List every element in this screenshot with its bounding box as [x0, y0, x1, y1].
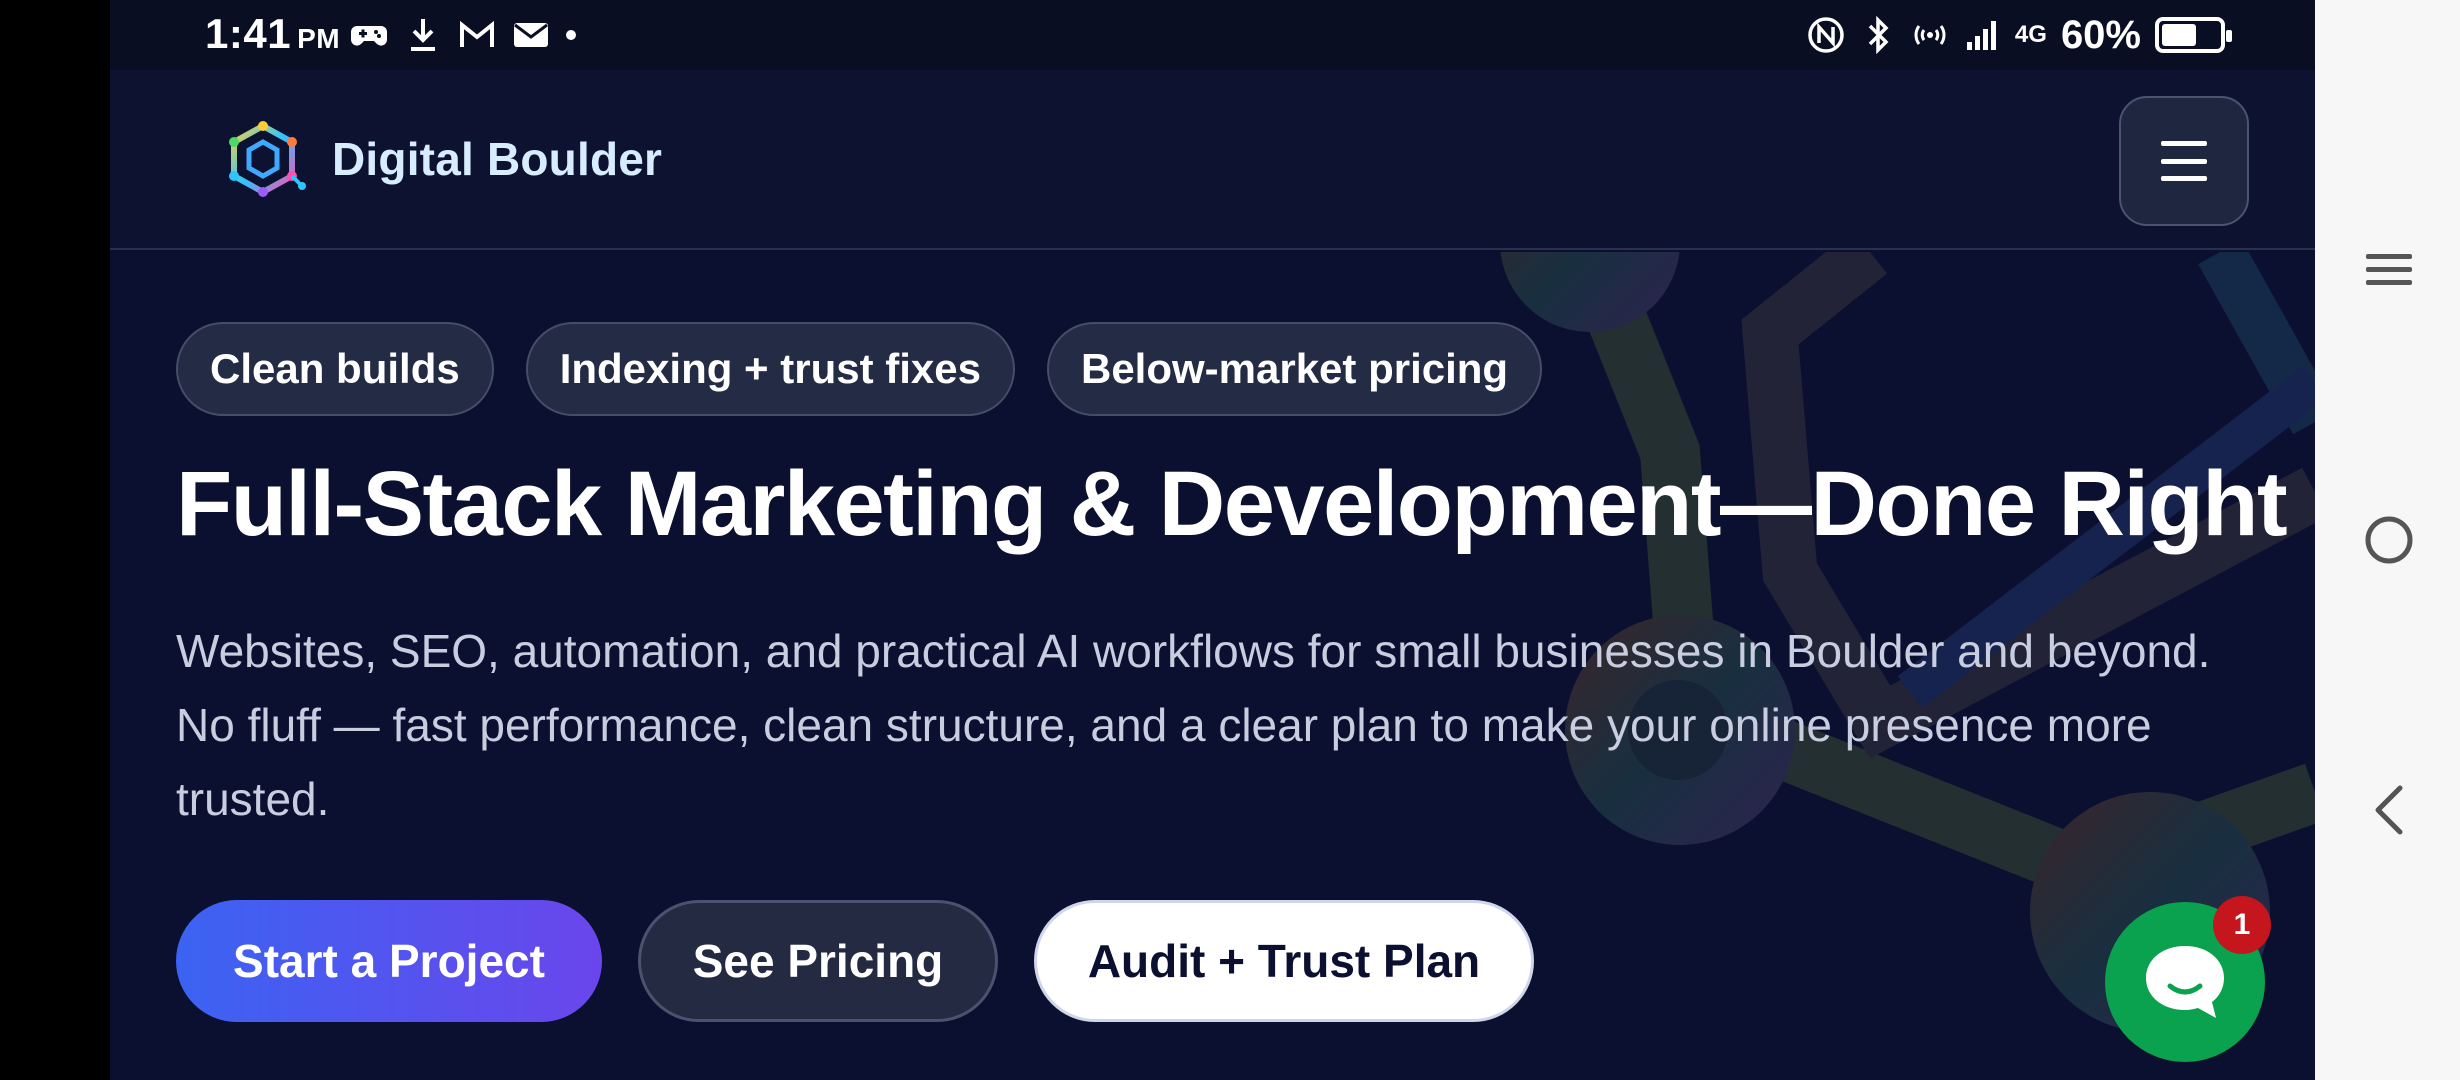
home-button[interactable]	[2361, 512, 2417, 568]
status-ampm: PM	[297, 23, 341, 54]
brand-name: Digital Boulder	[332, 133, 663, 185]
hamburger-icon	[2161, 141, 2207, 181]
status-time-value: 1:41	[205, 10, 292, 57]
hero-cta-group: Start a Project See Pricing Audit + Trus…	[176, 900, 1534, 1022]
nfc-icon	[1807, 16, 1845, 54]
audit-trust-plan-button[interactable]: Audit + Trust Plan	[1034, 900, 1534, 1022]
start-project-button[interactable]: Start a Project	[176, 900, 602, 1022]
battery-fill	[2162, 24, 2196, 46]
back-button[interactable]	[2361, 782, 2417, 838]
hamburger-menu-button[interactable]	[2119, 96, 2249, 226]
mail-icon	[512, 16, 550, 54]
home-circle-icon	[2365, 516, 2413, 564]
gmail-icon	[458, 16, 496, 54]
hexagon-logo-icon	[220, 116, 306, 202]
status-system-icons: 4G 60%	[1807, 12, 2232, 58]
brand-link[interactable]: Digital Boulder	[220, 116, 662, 202]
hero-subtext: Websites, SEO, automation, and practical…	[176, 625, 2211, 825]
back-chevron-icon	[2375, 785, 2403, 835]
battery-percentage: 60%	[2060, 12, 2141, 57]
game-controller-icon	[350, 16, 388, 54]
recent-apps-button[interactable]	[2361, 242, 2417, 298]
download-icon	[404, 16, 442, 54]
chip-below-market: Below-market pricing	[1046, 322, 1543, 416]
chat-notification-badge: 1	[2213, 896, 2271, 954]
battery-icon	[2155, 17, 2232, 53]
recent-apps-icon	[2366, 254, 2412, 285]
hero-headline: Full-Stack Marketing & Development—Done …	[176, 453, 2288, 555]
feature-chips: Clean builds Indexing + trust fixes Belo…	[176, 322, 1543, 416]
signal-icon	[1963, 16, 2001, 54]
chip-indexing-trust: Indexing + trust fixes	[525, 322, 1015, 416]
chat-bubble-icon	[2146, 946, 2224, 1018]
system-navigation-bar	[2315, 0, 2460, 1080]
status-time: 1:41 PM	[205, 10, 340, 58]
network-type: 4G	[2014, 21, 2047, 48]
browser-screen: 1:41 PM 4G 60% Digital Boulder Clean bui…	[110, 0, 2315, 1080]
bluetooth-icon	[1859, 16, 1897, 54]
more-notifications-dot	[566, 30, 576, 40]
hero-section: Clean builds Indexing + trust fixes Belo…	[110, 252, 2315, 1080]
status-bar: 1:41 PM 4G 60%	[110, 0, 2315, 70]
chip-clean-builds: Clean builds	[176, 322, 494, 416]
status-notification-icons	[350, 14, 576, 56]
chat-widget-button[interactable]: 1	[2105, 896, 2271, 1062]
hotspot-icon	[1911, 16, 1949, 54]
site-header: Digital Boulder	[110, 70, 2315, 250]
left-bezel	[0, 0, 110, 1080]
see-pricing-button[interactable]: See Pricing	[638, 900, 998, 1022]
